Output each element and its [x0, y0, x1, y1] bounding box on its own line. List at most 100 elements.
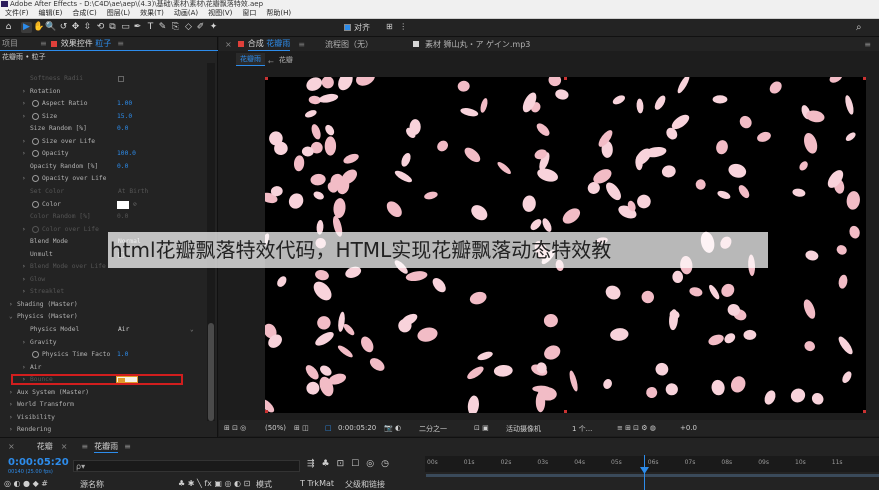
chevron-down-icon[interactable]: ⌄	[190, 324, 194, 336]
stopwatch-icon[interactable]	[32, 175, 39, 183]
property-row[interactable]: › Opacity 100.0	[0, 148, 205, 160]
close-tab-icon[interactable]: ×	[225, 40, 232, 49]
stopwatch-icon[interactable]	[32, 351, 39, 359]
gravity-value-field[interactable]	[116, 376, 138, 383]
selection-tool-icon[interactable]: ▶	[21, 22, 32, 33]
property-row[interactable]: Size Random [%] 0.0	[0, 123, 205, 135]
property-row[interactable]: › Size over Life	[0, 136, 205, 148]
expand-arrow-icon[interactable]: ›	[22, 362, 26, 374]
property-row[interactable]: › Air	[0, 362, 205, 374]
expand-arrow-icon[interactable]: ›	[22, 86, 26, 98]
property-row[interactable]: Physics Model Air ⌄	[0, 324, 205, 336]
roto-brush-icon[interactable]: ✐	[195, 22, 206, 33]
property-row[interactable]: › Aux System (Master)	[0, 387, 205, 399]
column-parent[interactable]: 父级和链接	[345, 479, 385, 490]
grid-icon[interactable]: ⊞ ◫	[294, 424, 309, 432]
property-row[interactable]: Physics Time Facto 1.0	[0, 349, 205, 361]
property-row[interactable]: › Aspect Ratio 1.00	[0, 98, 205, 110]
region-icon[interactable]: □	[325, 424, 332, 432]
menu-window[interactable]: 窗口	[237, 8, 261, 18]
property-value[interactable]: 15.0	[117, 111, 132, 123]
column-trkmat[interactable]: T TrkMat	[300, 479, 334, 488]
panel-menu-icon[interactable]: ≡	[40, 39, 47, 48]
tab-footage[interactable]: 素材 狮山丸・ア ゲイン.mp3	[425, 39, 530, 50]
expand-arrow-icon[interactable]: ›	[9, 387, 13, 399]
property-row[interactable]: Color ⊘	[0, 199, 205, 211]
current-time[interactable]: 0:00:05:20	[338, 424, 376, 432]
menu-animation[interactable]: 动画(A)	[169, 8, 203, 18]
exposure-value[interactable]: +0.0	[680, 424, 697, 432]
tab-timeline-petal-rain[interactable]: 花瓣雨	[94, 441, 119, 453]
views-dropdown[interactable]: 1 个...	[572, 424, 592, 434]
property-value[interactable]: 0.0	[117, 211, 128, 223]
column-mode[interactable]: 模式	[256, 479, 272, 490]
panel-menu-icon-2[interactable]: ≡	[124, 442, 131, 451]
property-row[interactable]: Softness Radii	[0, 73, 205, 85]
checkbox[interactable]	[118, 76, 124, 82]
timeline-search-input[interactable]: ρ▾	[73, 460, 300, 472]
menu-composition[interactable]: 合成(C)	[67, 8, 101, 18]
menu-layer[interactable]: 图层(L)	[102, 8, 135, 18]
tab-timeline-petal[interactable]: 花瓣	[37, 441, 53, 452]
lock-icon[interactable]	[237, 41, 244, 47]
property-value[interactable]: 1.00	[117, 98, 132, 110]
puppet-pin-icon[interactable]: ✦	[208, 22, 219, 33]
menu-effect[interactable]: 效果(T)	[135, 8, 169, 18]
tab-composition[interactable]: 合成 花瓣雨	[247, 38, 291, 51]
close-tab-icon[interactable]: ×	[8, 442, 15, 451]
expand-arrow-icon[interactable]: ›	[22, 261, 26, 273]
expand-arrow-icon[interactable]: ›	[9, 299, 13, 311]
brush-tool-icon[interactable]: ✎	[157, 22, 168, 33]
property-row[interactable]: › Gravity	[0, 337, 205, 349]
stopwatch-icon[interactable]	[32, 112, 39, 120]
expand-arrow-icon[interactable]: ›	[22, 224, 26, 236]
eraser-icon[interactable]: ◇	[183, 22, 194, 33]
property-value[interactable]: Air	[118, 324, 129, 336]
panel-menu-icon[interactable]: ≡	[81, 442, 88, 451]
property-row[interactable]: › World Transform	[0, 399, 205, 411]
tab-flowchart[interactable]: 流程图（无）	[325, 39, 373, 50]
breadcrumb-active-comp[interactable]: 花瓣雨	[236, 53, 265, 66]
property-value[interactable]: 0.0	[117, 161, 128, 173]
eyedropper-icon[interactable]: ⊘	[133, 199, 137, 211]
pan-camera-icon[interactable]: ✥	[70, 22, 81, 33]
column-source-name[interactable]: 源名称	[80, 479, 104, 490]
camera-dropdown[interactable]: 活动摄像机	[506, 424, 541, 434]
stopwatch-icon[interactable]	[32, 225, 39, 233]
expand-arrow-icon[interactable]: ›	[9, 399, 13, 411]
property-row[interactable]: ⌄ Physics (Master)	[0, 311, 205, 323]
expand-arrow-icon[interactable]: ›	[9, 424, 13, 436]
tab-effect-controls[interactable]: 效果控件 粒子	[61, 38, 112, 49]
property-row[interactable]: › Size 15.0	[0, 111, 205, 123]
snapshot-icon[interactable]: 📷 ◐	[384, 424, 401, 432]
timeline-switch-icons[interactable]: ⇶♣⊡☐◎◷	[307, 459, 396, 469]
expand-arrow-icon[interactable]: ⌄	[9, 311, 13, 323]
expand-arrow-icon[interactable]: ›	[22, 286, 26, 298]
zoom-tool-icon[interactable]: 🔍	[45, 22, 56, 33]
property-value[interactable]: 0.0	[117, 123, 128, 135]
menu-view[interactable]: 视图(V)	[203, 8, 237, 18]
property-row[interactable]: › Shading (Master)	[0, 299, 205, 311]
property-value[interactable]: 100.0	[117, 148, 136, 160]
left-panel-scroll-thumb[interactable]	[208, 323, 214, 421]
stopwatch-icon[interactable]	[32, 150, 39, 158]
expand-arrow-icon[interactable]: ›	[22, 148, 26, 160]
property-row[interactable]: › Rotation	[0, 86, 205, 98]
property-row[interactable]: Color Random [%] 0.0	[0, 211, 205, 223]
stopwatch-icon[interactable]	[32, 137, 39, 145]
panel-menu-icon-2[interactable]: ≡	[117, 39, 124, 48]
panel-menu-icon-2[interactable]: ≡	[864, 40, 871, 49]
fast-preview-icon[interactable]: ⊡ ▣	[474, 424, 489, 432]
property-row[interactable]: › Streaklet	[0, 286, 205, 298]
rotate-camera-icon[interactable]: ↺	[58, 22, 69, 33]
panel-menu-icon[interactable]: ≡	[298, 40, 305, 49]
stopwatch-icon[interactable]	[32, 200, 39, 208]
menu-help[interactable]: 帮助(H)	[261, 8, 296, 18]
toggle-icons[interactable]: ≡ ⊞ ⊡ ⚙ ◍	[617, 424, 656, 432]
menu-edit[interactable]: 编辑(E)	[34, 8, 68, 18]
property-value[interactable]: 1.0	[117, 349, 128, 361]
expand-arrow-icon[interactable]: ›	[22, 111, 26, 123]
home-icon[interactable]: ⌂	[3, 22, 14, 33]
expand-arrow-icon[interactable]: ›	[22, 337, 26, 349]
menu-file[interactable]: 文件(F)	[0, 8, 34, 18]
